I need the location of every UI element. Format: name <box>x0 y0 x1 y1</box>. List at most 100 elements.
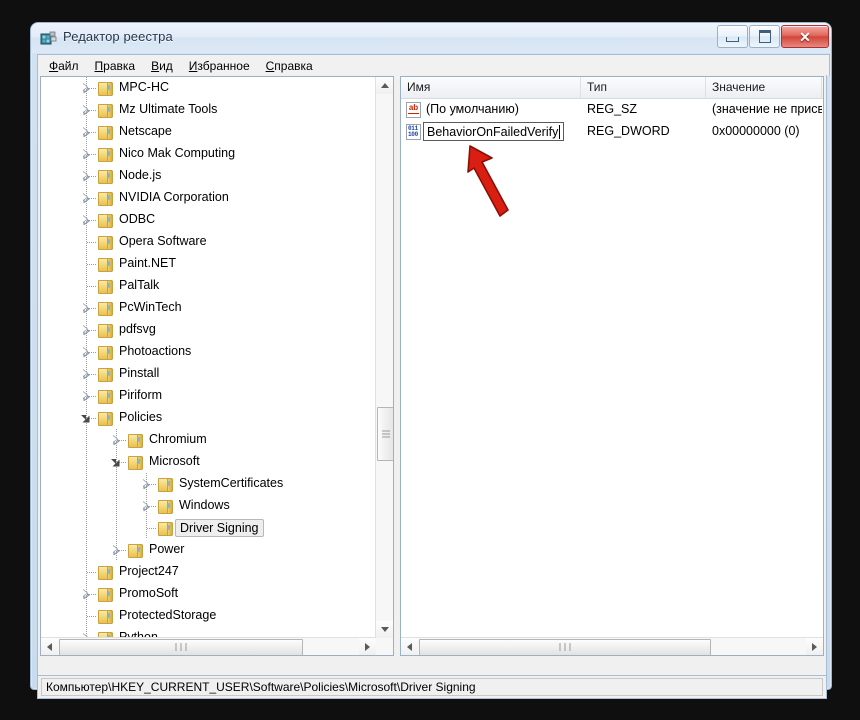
tree-item-opera-software[interactable]: Opera Software <box>41 231 376 253</box>
tree-item-chromium[interactable]: Chromium <box>41 429 376 451</box>
tree-expand-arrow-icon[interactable] <box>81 127 91 138</box>
value-type: REG_SZ <box>587 102 638 116</box>
tree-item-label: Mz Ultimate Tools <box>119 102 218 116</box>
tree-scroll-right-button[interactable] <box>359 638 376 655</box>
tree-expand-arrow-icon[interactable] <box>81 369 91 380</box>
tree-item-label: Piriform <box>119 388 163 402</box>
minimize-button[interactable] <box>717 25 748 48</box>
tree-expand-arrow-icon[interactable] <box>81 325 91 336</box>
tree-guide-dash <box>147 528 156 529</box>
tree-expand-arrow-icon[interactable] <box>141 501 151 512</box>
values-hscrollbar-thumb[interactable] <box>419 639 711 655</box>
column-header-2[interactable]: Значение <box>706 77 822 98</box>
tree-scroll-down-button[interactable] <box>376 621 393 638</box>
tree-collapse-arrow-icon[interactable] <box>111 457 121 467</box>
tree-item-label: Netscape <box>119 124 172 138</box>
tree-scrollbar-thumb[interactable] <box>377 407 393 461</box>
tree-item-driver-signing[interactable]: Driver Signing <box>41 517 376 539</box>
tree-scroll-up-button[interactable] <box>376 77 393 94</box>
tree-guide-line <box>86 429 87 451</box>
folder-icon <box>98 587 113 602</box>
tree-collapse-arrow-icon[interactable] <box>81 413 91 423</box>
folder-icon <box>98 257 113 272</box>
maximize-button[interactable] <box>749 25 780 48</box>
tree-vertical-scrollbar[interactable] <box>375 77 393 638</box>
tree-item-odbc[interactable]: ODBC <box>41 209 376 231</box>
tree-item-mpc-hc[interactable]: MPC-HC <box>41 77 376 99</box>
menu-item-правка[interactable]: Правка <box>87 57 144 75</box>
tree-guide-dash <box>87 616 96 617</box>
tree-expand-arrow-icon[interactable] <box>81 105 91 116</box>
value-name: (По умолчанию) <box>426 102 519 116</box>
tree-expand-arrow-icon[interactable] <box>81 303 91 314</box>
menu-item-вид[interactable]: Вид <box>143 57 181 75</box>
values-scroll-left-button[interactable] <box>401 638 418 655</box>
registry-tree[interactable]: MPC-HC Mz Ultimate Tools Netscape Nico Mak … <box>41 77 376 638</box>
tree-expand-arrow-icon[interactable] <box>81 193 91 204</box>
tree-item-photoactions[interactable]: Photoactions <box>41 341 376 363</box>
tree-expand-arrow-icon[interactable] <box>81 589 91 600</box>
folder-icon <box>98 279 113 294</box>
tree-expand-arrow-icon[interactable] <box>111 545 121 556</box>
tree-expand-arrow-icon[interactable] <box>141 479 151 490</box>
tree-expand-arrow-icon[interactable] <box>111 435 121 446</box>
tree-item-windows[interactable]: Windows <box>41 495 376 517</box>
tree-item-label: Project247 <box>119 564 179 578</box>
tree-item-power[interactable]: Power <box>41 539 376 561</box>
values-horizontal-scrollbar[interactable] <box>401 637 823 655</box>
menu-item-избранное[interactable]: Избранное <box>181 57 258 75</box>
tree-item-nvidia-corporation[interactable]: NVIDIA Corporation <box>41 187 376 209</box>
tree-expand-arrow-icon[interactable] <box>81 171 91 182</box>
menu-item-файл[interactable]: Файл <box>41 57 87 75</box>
tree-item-mz-ultimate-tools[interactable]: Mz Ultimate Tools <box>41 99 376 121</box>
title-bar[interactable]: Редактор реестра ✕ <box>31 23 831 53</box>
tree-expand-arrow-icon[interactable] <box>81 215 91 226</box>
tree-item-label: Microsoft <box>149 454 200 468</box>
status-bar: Компьютер\HKEY_CURRENT_USER\Software\Pol… <box>37 676 827 699</box>
tree-item-label: Opera Software <box>119 234 207 248</box>
tree-item-label: ODBC <box>119 212 156 226</box>
tree-item-nico-mak-computing[interactable]: Nico Mak Computing <box>41 143 376 165</box>
tree-item-microsoft[interactable]: Microsoft <box>41 451 376 473</box>
tree-expand-arrow-icon[interactable] <box>81 149 91 160</box>
tree-item-paltalk[interactable]: PalTalk <box>41 275 376 297</box>
rename-edit-box[interactable]: BehaviorOnFailedVerify <box>423 122 564 141</box>
tree-item-pinstall[interactable]: Pinstall <box>41 363 376 385</box>
folder-icon <box>98 213 113 228</box>
registry-editor-window: Редактор реестра ✕ Файл Правка Вид Избранно… <box>30 22 832 699</box>
tree-item-netscape[interactable]: Netscape <box>41 121 376 143</box>
chevron-up-icon <box>380 83 389 88</box>
tree-item-label: MPC-HC <box>119 80 169 94</box>
tree-item-label: Windows <box>179 498 230 512</box>
tree-item-pcwintech[interactable]: PcWinTech <box>41 297 376 319</box>
tree-horizontal-scrollbar[interactable] <box>41 637 376 655</box>
column-header-0[interactable]: Имя <box>401 77 581 98</box>
tree-expand-arrow-icon[interactable] <box>81 83 91 94</box>
scrollbar-corner <box>376 638 393 655</box>
tree-expand-arrow-icon[interactable] <box>81 391 91 402</box>
tree-item-protectedstorage[interactable]: ProtectedStorage <box>41 605 376 627</box>
value-row[interactable]: ab (По умолчанию) REG_SZ (значение не присв… <box>401 99 823 121</box>
tree-scroll-left-button[interactable] <box>41 638 58 655</box>
tree-item-piriform[interactable]: Piriform <box>41 385 376 407</box>
tree-item-promosoft[interactable]: PromoSoft <box>41 583 376 605</box>
menu-item-справка[interactable]: Справка <box>258 57 321 75</box>
tree-item-node-js[interactable]: Node.js <box>41 165 376 187</box>
tree-hscrollbar-thumb[interactable] <box>59 639 303 655</box>
annotation-arrow-icon <box>467 145 509 217</box>
tree-item-paint-net[interactable]: Paint.NET <box>41 253 376 275</box>
folder-icon <box>98 301 113 316</box>
values-scroll-right-button[interactable] <box>806 638 823 655</box>
tree-item-systemcertificates[interactable]: SystemCertificates <box>41 473 376 495</box>
folder-icon <box>98 411 113 426</box>
tree-guide-dash <box>87 572 96 573</box>
tree-expand-arrow-icon[interactable] <box>81 347 91 358</box>
close-icon: ✕ <box>799 28 811 45</box>
tree-item-policies[interactable]: Policies <box>41 407 376 429</box>
close-button[interactable]: ✕ <box>781 25 829 48</box>
tree-item-project247[interactable]: Project247 <box>41 561 376 583</box>
tree-item-label: Pinstall <box>119 366 160 380</box>
column-header-1[interactable]: Тип <box>581 77 706 98</box>
tree-item-pdfsvg[interactable]: pdfsvg <box>41 319 376 341</box>
folder-icon <box>98 323 113 338</box>
